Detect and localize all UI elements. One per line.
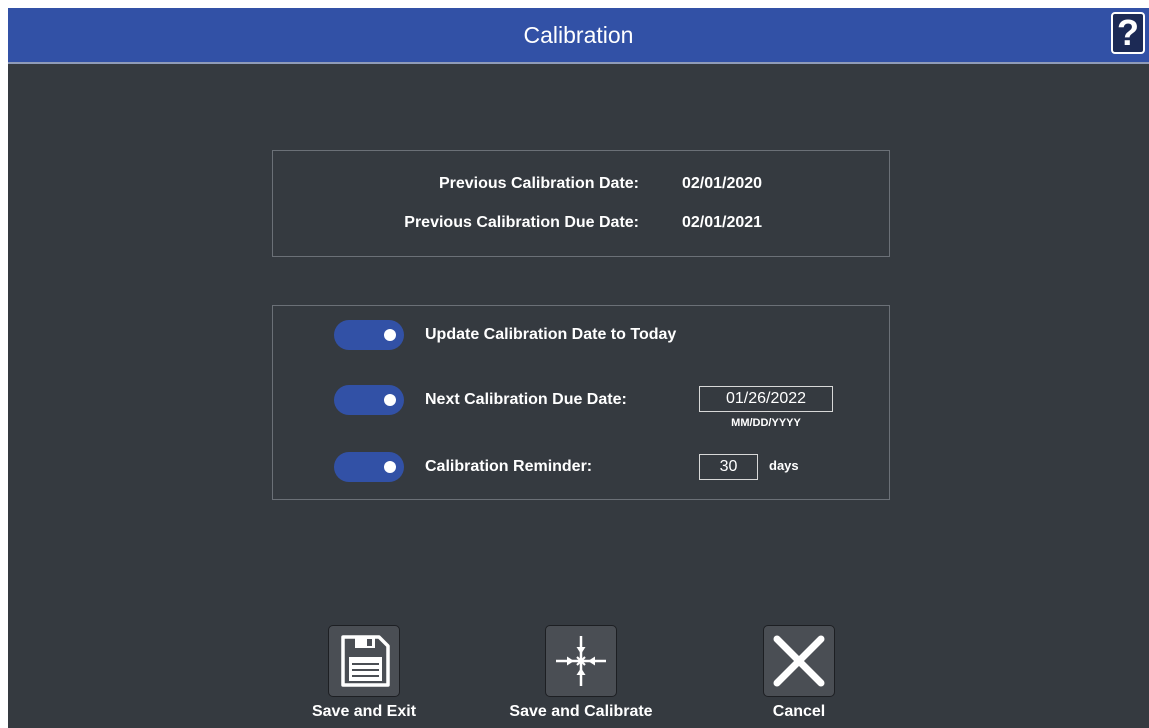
help-button[interactable]: ? [1111, 12, 1145, 54]
previous-calibration-date-label: Previous Calibration Date: [438, 175, 639, 192]
date-format-hint: MM/DD/YYYY [731, 417, 801, 429]
toggle-knob [384, 329, 396, 341]
floppy-disk-icon [328, 625, 400, 697]
reminder-days-input[interactable]: 30 [699, 454, 758, 480]
next-due-date-input[interactable]: 01/26/2022 [699, 386, 833, 412]
title-bar: Calibration ? [8, 8, 1149, 64]
save-and-calibrate-label: Save and Calibrate [509, 703, 653, 720]
calibration-options-panel: Update Calibration Date to Today Next Ca… [272, 305, 890, 500]
calibration-reminder-label: Calibration Reminder: [425, 458, 593, 475]
cancel-label: Cancel [772, 703, 826, 720]
next-due-date-toggle[interactable] [334, 385, 404, 415]
previous-due-date-value: 02/01/2021 [682, 214, 763, 231]
save-and-exit-label: Save and Exit [311, 703, 417, 720]
next-due-date-label: Next Calibration Due Date: [425, 391, 627, 408]
calibration-window: Calibration ? Previous Calibration Date:… [8, 8, 1149, 728]
update-today-label: Update Calibration Date to Today [425, 326, 677, 343]
previous-calibration-date-value: 02/01/2020 [682, 175, 763, 192]
update-today-toggle[interactable] [334, 320, 404, 350]
previous-calibration-panel: Previous Calibration Date: 02/01/2020 Pr… [272, 150, 890, 257]
reminder-days-unit: days [769, 458, 799, 473]
x-icon [763, 625, 835, 697]
toggle-knob [384, 394, 396, 406]
toggle-knob [384, 461, 396, 473]
window-title: Calibration [523, 22, 634, 48]
calibration-reminder-toggle[interactable] [334, 452, 404, 482]
calibrate-crosshair-icon [545, 625, 617, 697]
previous-due-date-label: Previous Calibration Due Date: [404, 214, 639, 231]
